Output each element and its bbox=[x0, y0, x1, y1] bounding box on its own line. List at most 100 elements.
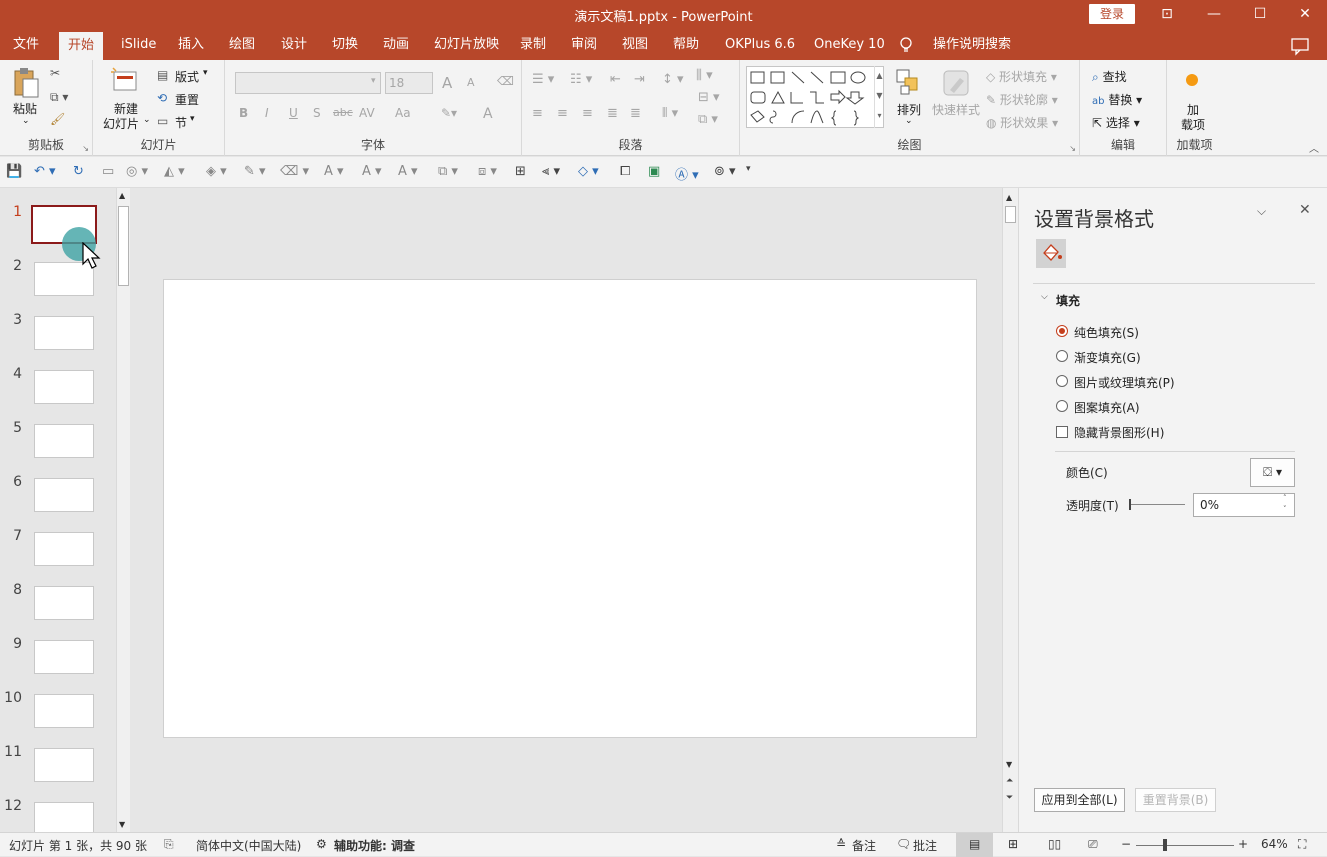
thumbnail-preview[interactable] bbox=[34, 316, 94, 350]
new-slide-label-2[interactable]: 幻灯片 bbox=[103, 115, 139, 132]
group-objects-icon[interactable]: ⧉ ▾ bbox=[438, 164, 458, 179]
notes-icon[interactable]: ≙ bbox=[836, 837, 846, 851]
highlight-icon[interactable]: ✎▾ bbox=[441, 106, 457, 120]
arrange-icon[interactable] bbox=[895, 68, 923, 101]
reset-button[interactable]: 重置 bbox=[175, 91, 199, 108]
align-objects-icon[interactable]: ⫷ ▾ bbox=[542, 164, 560, 179]
tab-islide[interactable]: iSlide bbox=[112, 30, 165, 60]
text-effects-icon[interactable]: A ▾ bbox=[398, 164, 418, 179]
thumbnail-5[interactable]: 5 bbox=[0, 420, 116, 474]
present-icon[interactable]: ⊚ ▾ bbox=[714, 164, 736, 179]
outline-icon[interactable]: ✎ ▾ bbox=[244, 164, 266, 179]
tab-review[interactable]: 审阅 bbox=[562, 30, 606, 60]
text-outline-icon[interactable]: A ▾ bbox=[362, 164, 382, 179]
font-color-button[interactable]: A bbox=[483, 106, 493, 122]
solid-fill-radio[interactable] bbox=[1056, 325, 1068, 337]
transparency-slider[interactable] bbox=[1129, 504, 1185, 505]
tab-slideshow[interactable]: 幻灯片放映 bbox=[425, 30, 508, 60]
thumbnail-6[interactable]: 6 bbox=[0, 474, 116, 528]
undo-icon[interactable]: ↶ ▾ bbox=[34, 164, 56, 179]
clipboard-launcher-icon[interactable]: ↘ bbox=[82, 144, 89, 153]
spelling-icon[interactable]: ⎘ bbox=[164, 837, 174, 852]
language-status[interactable]: 简体中文(中国大陆) bbox=[196, 837, 301, 854]
char-spacing-button[interactable]: AV bbox=[359, 106, 375, 120]
hide-background-label[interactable]: 隐藏背景图形(H) bbox=[1074, 424, 1164, 441]
editor-scroll-down-icon[interactable]: ▼ bbox=[1006, 760, 1012, 769]
section-button[interactable]: 节 bbox=[175, 114, 187, 131]
comments-icon[interactable]: 🗨 bbox=[896, 837, 911, 851]
align-right-icon[interactable]: ≡ bbox=[582, 106, 593, 121]
tab-design[interactable]: 设计 bbox=[272, 30, 316, 60]
tab-file[interactable]: 文件 bbox=[4, 30, 48, 60]
shape-fill-button[interactable]: ◇ 形状填充 ▾ bbox=[986, 68, 1057, 85]
tab-okplus[interactable]: OKPlus 6.6 bbox=[716, 30, 804, 60]
pane-options-icon[interactable]: ⌵ bbox=[1257, 204, 1266, 219]
reset-icon[interactable]: ⟲ bbox=[157, 91, 167, 105]
paste-chevron-icon[interactable]: ⌄ bbox=[22, 116, 30, 126]
increase-indent-icon[interactable]: ⇥ bbox=[634, 72, 645, 87]
thumbnail-11[interactable]: 11 bbox=[0, 744, 116, 798]
pattern-fill-radio[interactable] bbox=[1056, 400, 1068, 412]
tab-view[interactable]: 视图 bbox=[613, 30, 657, 60]
picture-fill-label[interactable]: 图片或纹理填充(P) bbox=[1074, 374, 1175, 391]
ungroup-icon[interactable]: ⧈ ▾ bbox=[478, 164, 497, 179]
italic-button[interactable]: I bbox=[265, 106, 269, 120]
minimize-button[interactable]: — bbox=[1191, 0, 1237, 30]
zoom-slider-thumb[interactable] bbox=[1163, 839, 1167, 851]
thumbnail-preview[interactable] bbox=[34, 640, 94, 674]
bullets-icon[interactable]: ☰ ▾ bbox=[532, 72, 554, 87]
select-button[interactable]: ⇱ 选择 ▾ bbox=[1092, 114, 1140, 131]
new-slide-chevron-icon[interactable]: ⌄ bbox=[143, 115, 151, 125]
redo-icon[interactable]: ↻ bbox=[73, 164, 84, 179]
text-direction-icon[interactable]: ⫼ ▾ bbox=[696, 68, 713, 83]
smartart-icon[interactable]: ⧉ ▾ bbox=[698, 112, 718, 127]
thumbnail-preview[interactable] bbox=[34, 694, 94, 728]
collapse-ribbon-icon[interactable]: ︿ bbox=[1309, 140, 1319, 155]
font-name-box[interactable] bbox=[235, 72, 381, 94]
layout-button[interactable]: 版式 bbox=[175, 68, 199, 85]
shape-outline-button[interactable]: ✎ 形状轮廓 ▾ bbox=[986, 91, 1058, 108]
layout-icon[interactable]: ▤ bbox=[157, 68, 168, 82]
thumbnail-preview[interactable] bbox=[34, 748, 94, 782]
thumbnail-4[interactable]: 4 bbox=[0, 366, 116, 420]
change-case-button[interactable]: Aa bbox=[395, 106, 411, 120]
section-icon[interactable]: ▭ bbox=[157, 114, 168, 128]
font-name-chevron-icon[interactable]: ▾ bbox=[371, 76, 376, 86]
columns-icon[interactable]: ⫴ ▾ bbox=[662, 106, 678, 121]
layout-chevron-icon[interactable]: ▾ bbox=[203, 68, 208, 78]
textbox-icon[interactable]: ▭ bbox=[102, 164, 114, 179]
gradient-fill-label[interactable]: 渐变填充(G) bbox=[1074, 349, 1141, 366]
thumbnail-3[interactable]: 3 bbox=[0, 312, 116, 366]
scroll-down-icon[interactable]: ▼ bbox=[119, 820, 125, 829]
section-chevron-icon[interactable]: ▾ bbox=[190, 114, 195, 124]
crop-icon[interactable]: ⧠ bbox=[620, 164, 630, 179]
align-icon[interactable]: ◭ ▾ bbox=[164, 164, 185, 179]
thumbnail-preview[interactable] bbox=[34, 424, 94, 458]
load-addin-label-2[interactable]: 载项 bbox=[1181, 116, 1205, 133]
shrink-font-icon[interactable]: A bbox=[467, 76, 475, 89]
find-button[interactable]: ⌕ 查找 bbox=[1092, 68, 1127, 85]
quick-styles-button[interactable]: 快速样式 bbox=[932, 101, 980, 118]
tab-animations[interactable]: 动画 bbox=[374, 30, 418, 60]
cut-icon[interactable]: ✂ bbox=[50, 66, 60, 80]
accessibility-icon[interactable]: ⚙ bbox=[316, 837, 327, 851]
transparency-input[interactable]: 0% bbox=[1193, 493, 1295, 517]
tab-draw[interactable]: 绘图 bbox=[220, 30, 264, 60]
addin-icon[interactable] bbox=[1186, 74, 1198, 86]
scroll-thumb[interactable] bbox=[118, 206, 129, 286]
next-slide-icon[interactable]: ⏷ bbox=[1006, 793, 1013, 803]
tab-transitions[interactable]: 切换 bbox=[323, 30, 367, 60]
thumbnail-8[interactable]: 8 bbox=[0, 582, 116, 636]
login-button[interactable]: 登录 bbox=[1089, 4, 1135, 24]
bold-button[interactable]: B bbox=[239, 106, 248, 120]
copy-icon[interactable]: ⧉ ▾ bbox=[50, 90, 68, 105]
transparency-spinner-icon[interactable]: ˄ ˅ bbox=[1283, 493, 1287, 515]
tell-me-search[interactable]: 操作说明搜索 bbox=[924, 30, 1020, 60]
zoom-slider[interactable] bbox=[1136, 845, 1234, 846]
tab-onekey[interactable]: OneKey 10 bbox=[805, 30, 894, 60]
shape-effects-button[interactable]: ◍ 形状效果 ▾ bbox=[986, 114, 1058, 131]
justify-icon[interactable]: ≣ bbox=[607, 106, 618, 121]
drawing-launcher-icon[interactable]: ↘ bbox=[1069, 144, 1076, 153]
color-picker-button[interactable]: ⛋ ▾ bbox=[1250, 458, 1295, 487]
line-spacing-icon[interactable]: ↕ ▾ bbox=[662, 72, 684, 87]
